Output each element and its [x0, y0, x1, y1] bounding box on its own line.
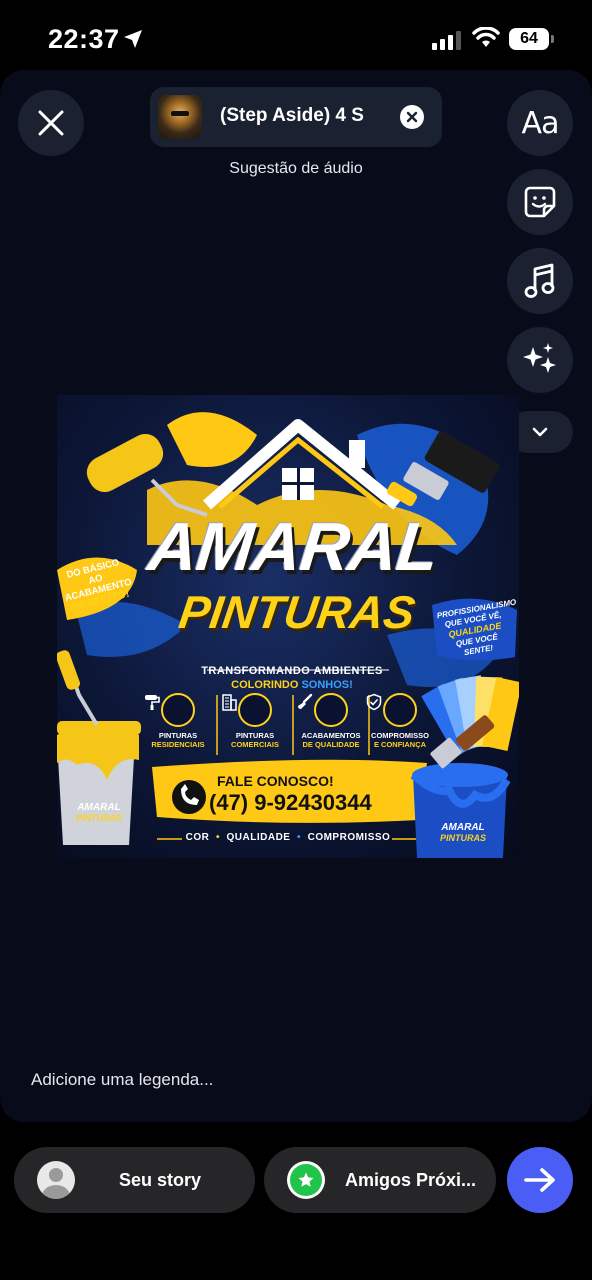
- service-line-2: E CONFIANÇA: [373, 740, 427, 749]
- flyer-tagline-2: COLORINDO SONHOS!: [187, 679, 397, 691]
- service-line-1: ACABAMENTOS: [301, 731, 361, 740]
- status-time: 22:37: [48, 24, 120, 54]
- text-tool-label: Aa: [521, 105, 560, 141]
- status-bar: 22:37 64: [0, 0, 592, 74]
- service-commercial: PINTURAS COMERCIAIS: [220, 693, 290, 749]
- service-line-2: RESIDENCIAIS: [151, 740, 205, 749]
- service-residential: PINTURAS RESIDENCIAIS: [143, 693, 213, 749]
- can-sub: PINTURAS: [75, 813, 122, 823]
- flyer-call-label: FALE CONOSCO!: [217, 773, 334, 789]
- service-line-2: COMERCIAIS: [231, 740, 279, 749]
- your-story-label: Seu story: [119, 1169, 202, 1190]
- flyer-brand-name: AMARAL: [144, 509, 442, 585]
- service-line-1: PINTURAS: [158, 731, 198, 740]
- paint-brush-icon: [298, 693, 348, 727]
- audio-cover-thumbnail: [158, 95, 202, 139]
- text-tool-button[interactable]: Aa: [507, 90, 573, 156]
- service-commitment: COMPROMISSO E CONFIANÇA: [365, 693, 435, 749]
- footer-word-1: COR: [185, 832, 210, 843]
- avatar: [37, 1161, 75, 1199]
- can-sub: PINTURAS: [439, 833, 486, 843]
- service-line-1: COMPROMISSO: [371, 731, 429, 740]
- chevron-down-icon: [532, 427, 548, 437]
- tagline-2-part-b: SONHOS!: [301, 679, 353, 691]
- battery-tip: [551, 35, 554, 43]
- shield-check-icon: [366, 693, 417, 727]
- wifi-icon: [472, 27, 500, 47]
- sparkles-icon: [523, 343, 556, 373]
- building-icon: [222, 693, 272, 727]
- location-arrow-icon: [124, 30, 142, 48]
- footer-word-2: QUALIDADE: [226, 832, 291, 843]
- flyer-phone-number: (47) 9-92430344: [209, 790, 372, 815]
- your-story-button[interactable]: Seu story: [14, 1147, 255, 1213]
- battery-indicator: 64: [509, 28, 549, 50]
- service-finishing: ACABAMENTOS DE QUALIDADE: [296, 693, 366, 749]
- effects-tool-button[interactable]: [507, 327, 573, 393]
- send-button[interactable]: [507, 1147, 573, 1213]
- cellular-signal-icon: [432, 31, 461, 50]
- caption-input[interactable]: Adicione uma legenda...: [31, 1070, 213, 1090]
- flyer-brand-subtitle: PINTURAS: [175, 586, 419, 638]
- close-friends-label: Amigos Próxi...: [345, 1169, 477, 1190]
- footer-word-3: COMPROMISSO: [307, 832, 391, 843]
- story-media-image[interactable]: DO BÁSICO AO ACABAMENTO PERFEITO! AMARAL…: [57, 395, 519, 858]
- sticker-tool-button[interactable]: [507, 169, 573, 235]
- close-friends-star-icon: [287, 1161, 325, 1199]
- audio-track-title: (Step Aside) 4 S: [220, 105, 364, 126]
- right-can-logo: AMARAL PINTURAS: [435, 822, 491, 844]
- music-note-icon: [524, 263, 555, 298]
- remove-audio-button[interactable]: [400, 105, 424, 129]
- can-brand: AMARAL: [441, 822, 485, 833]
- close-icon: [406, 111, 418, 123]
- close-icon: [38, 110, 64, 136]
- arrow-right-icon: [524, 1168, 555, 1192]
- music-tool-button[interactable]: [507, 248, 573, 314]
- paint-roller-icon: [145, 693, 195, 727]
- close-button[interactable]: [18, 90, 84, 156]
- close-friends-button[interactable]: Amigos Próxi...: [264, 1147, 496, 1213]
- flyer-tagline-1: TRANSFORMANDO AMBIENTES: [201, 665, 383, 677]
- sticker-icon: [524, 186, 556, 218]
- service-line-2: DE QUALIDADE: [302, 740, 360, 749]
- left-can-logo: AMARAL PINTURAS: [71, 802, 127, 824]
- tagline-2-part-a: COLORINDO: [231, 679, 299, 691]
- service-line-1: PINTURAS: [235, 731, 275, 740]
- flyer-footer-tagline: COR • QUALIDADE • COMPROMISSO: [185, 832, 391, 843]
- audio-suggestion-label: Sugestão de áudio: [229, 160, 363, 177]
- can-brand: AMARAL: [77, 802, 121, 813]
- audio-suggestion-pill[interactable]: (Step Aside) 4 S: [150, 87, 442, 147]
